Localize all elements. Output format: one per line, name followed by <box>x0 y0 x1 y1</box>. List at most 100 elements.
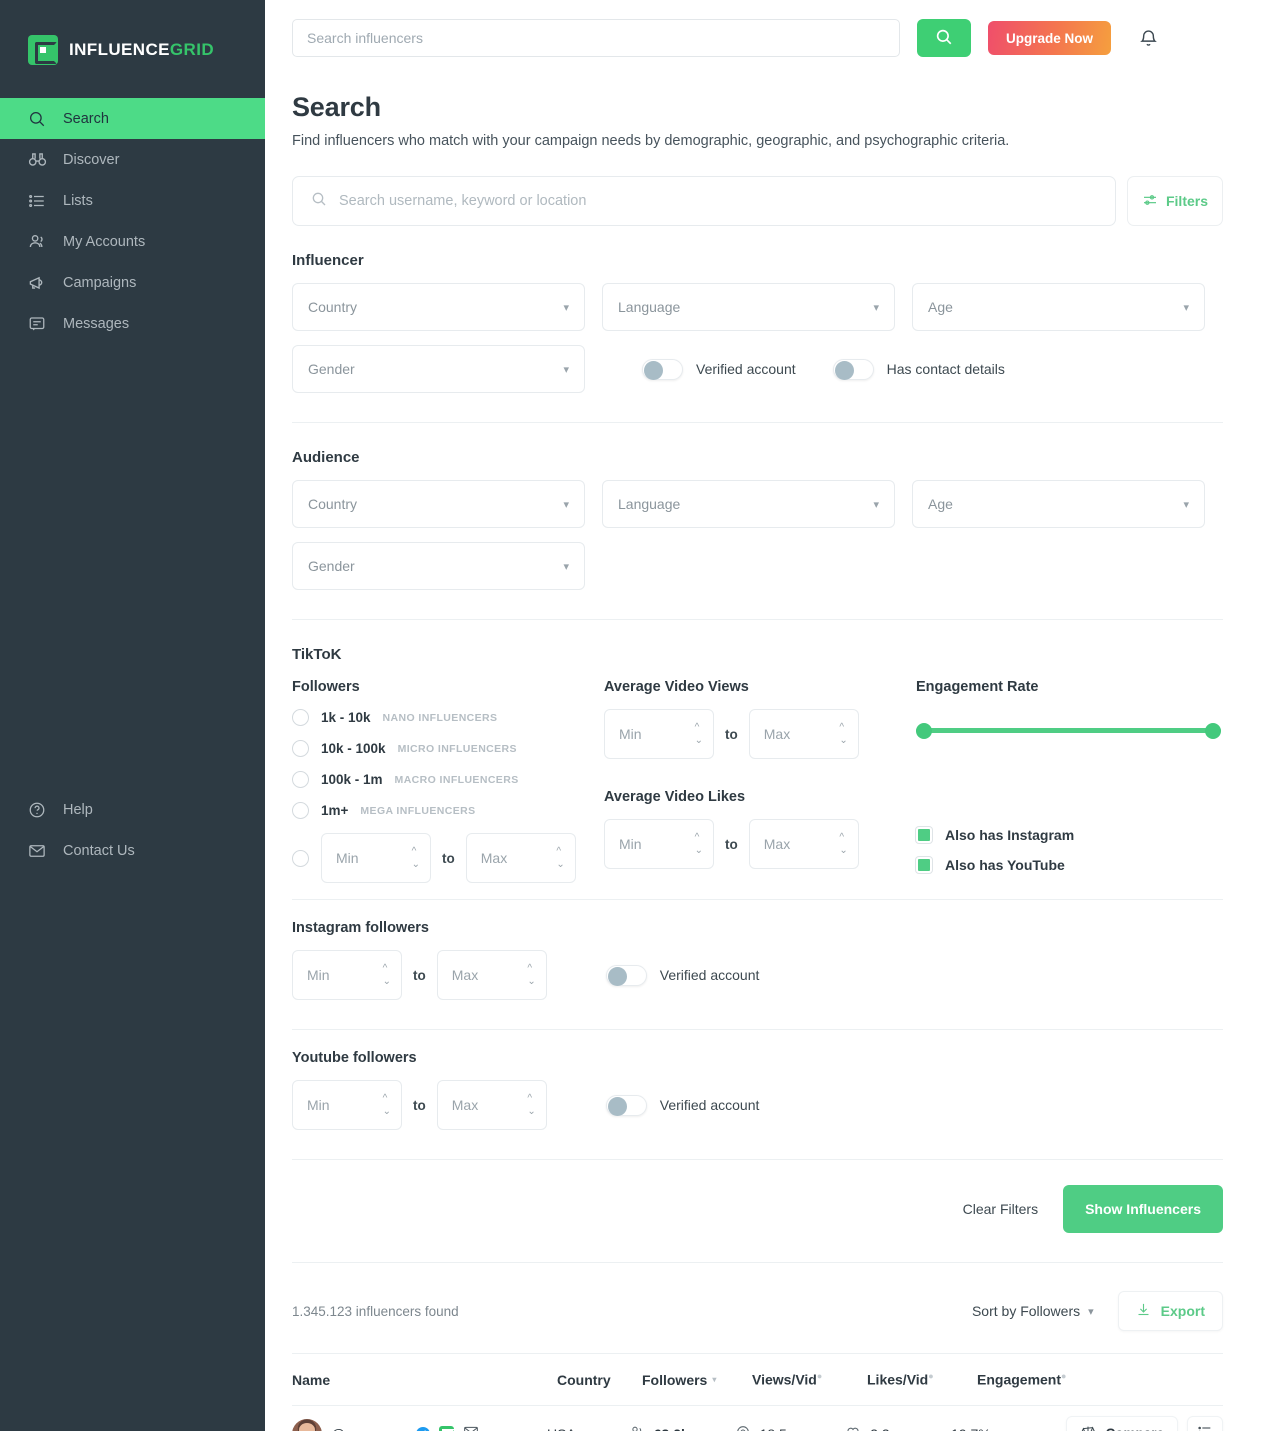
chevron-up-icon[interactable]: ^ <box>527 1093 535 1103</box>
likes-min-stepper[interactable]: ^⌄ <box>604 819 714 869</box>
main-search-input[interactable] <box>339 193 1097 209</box>
youtube-min-stepper[interactable]: ^⌄ <box>292 1080 402 1130</box>
toggle-switch[interactable] <box>832 358 874 380</box>
info-icon[interactable]: ● <box>817 1371 822 1381</box>
stepper-arrows[interactable]: ^ ⌄ <box>527 1093 535 1116</box>
chevron-up-icon[interactable]: ^ <box>412 846 420 856</box>
chevron-up-icon[interactable]: ^ <box>527 963 535 973</box>
youtube-min-input[interactable] <box>307 1097 383 1113</box>
sidebar-item-help[interactable]: Help <box>0 789 265 830</box>
engagement-rate-slider[interactable] <box>916 722 1221 739</box>
followers-option-custom[interactable]: ^⌄ to ^⌄ <box>292 833 604 883</box>
instagram-min-input[interactable] <box>307 967 383 983</box>
stepper-arrows[interactable]: ^ ⌄ <box>556 846 564 869</box>
sidebar-item-my-accounts[interactable]: My Accounts <box>0 221 265 262</box>
checkbox[interactable] <box>916 857 932 873</box>
stepper-arrows[interactable]: ^ ⌄ <box>695 832 703 855</box>
instagram-min-stepper[interactable]: ^⌄ <box>292 950 402 1000</box>
info-icon[interactable]: ● <box>1061 1371 1066 1381</box>
influencer-gender-select[interactable]: Gender ▾ <box>292 345 585 393</box>
brand-logo[interactable]: INFLUENCEGRID <box>0 0 265 76</box>
audience-gender-select[interactable]: Gender ▾ <box>292 542 585 590</box>
checkbox[interactable] <box>916 827 932 843</box>
followers-option-mega[interactable]: 1m+ MEGA INFLUENCERS <box>292 802 604 819</box>
chevron-up-icon[interactable]: ^ <box>839 832 847 842</box>
views-max-stepper[interactable]: ^⌄ <box>748 709 859 759</box>
influencer-country-select[interactable]: Country ▾ <box>292 283 585 331</box>
likes-max-input[interactable] <box>763 836 840 852</box>
radio-button[interactable] <box>292 709 309 726</box>
audience-language-select[interactable]: Language ▾ <box>602 480 895 528</box>
info-icon[interactable]: ● <box>928 1371 933 1381</box>
notifications-bell-icon[interactable] <box>1138 28 1159 49</box>
chevron-up-icon[interactable]: ^ <box>839 722 847 732</box>
youtube-verified-toggle[interactable]: Verified account <box>605 1094 759 1116</box>
chevron-up-icon[interactable]: ^ <box>695 722 703 732</box>
also-has-youtube-checkbox[interactable]: Also has YouTube <box>916 857 1223 873</box>
table-row[interactable]: @username ✓ USA 63.2k <box>292 1406 1223 1431</box>
stepper-arrows[interactable]: ^ ⌄ <box>412 846 420 869</box>
sidebar-item-messages[interactable]: Messages <box>0 303 265 344</box>
audience-age-select[interactable]: Age ▾ <box>912 480 1205 528</box>
toggle-switch[interactable] <box>605 964 647 986</box>
toggle-switch[interactable] <box>642 358 683 380</box>
stepper-arrows[interactable]: ^ ⌄ <box>527 963 535 986</box>
radio-button[interactable] <box>292 802 309 819</box>
instagram-max-input[interactable] <box>451 967 528 983</box>
sidebar-item-contact-us[interactable]: Contact Us <box>0 830 265 871</box>
influencer-verified-toggle[interactable]: Verified account <box>642 358 796 380</box>
stepper-arrows[interactable]: ^ ⌄ <box>839 832 847 855</box>
chevron-down-icon[interactable]: ⌄ <box>695 845 703 855</box>
followers-max-input[interactable] <box>480 850 557 866</box>
toggle-switch[interactable] <box>605 1094 647 1116</box>
sidebar-item-campaigns[interactable]: Campaigns <box>0 262 265 303</box>
stepper-arrows[interactable]: ^ ⌄ <box>383 1093 391 1116</box>
youtube-max-stepper[interactable]: ^⌄ <box>436 1080 547 1130</box>
chevron-up-icon[interactable]: ^ <box>383 963 391 973</box>
views-min-stepper[interactable]: ^⌄ <box>604 709 714 759</box>
clear-filters-button[interactable]: Clear Filters <box>963 1201 1038 1217</box>
global-search-input[interactable] <box>307 30 885 46</box>
followers-option-macro[interactable]: 100k - 1m MACRO INFLUENCERS <box>292 771 604 788</box>
export-button[interactable]: Export <box>1117 1291 1223 1331</box>
filters-button[interactable]: Filters <box>1127 176 1223 226</box>
chevron-down-icon[interactable]: ⌄ <box>839 735 847 745</box>
followers-max-stepper[interactable]: ^⌄ <box>465 833 576 883</box>
global-search-box[interactable] <box>292 19 900 57</box>
instagram-verified-toggle[interactable]: Verified account <box>605 964 759 986</box>
column-header-followers[interactable]: Followers ▾ <box>642 1372 752 1388</box>
sort-by-dropdown[interactable]: Sort by Followers ▾ <box>972 1303 1094 1319</box>
stepper-arrows[interactable]: ^ ⌄ <box>839 722 847 745</box>
stepper-arrows[interactable]: ^ ⌄ <box>695 722 703 745</box>
chevron-up-icon[interactable]: ^ <box>695 832 703 842</box>
instagram-max-stepper[interactable]: ^⌄ <box>436 950 547 1000</box>
followers-option-nano[interactable]: 1k - 10k NANO INFLUENCERS <box>292 709 604 726</box>
slider-knob-max[interactable] <box>1205 723 1221 739</box>
chevron-down-icon[interactable]: ⌄ <box>527 976 535 986</box>
followers-min-stepper[interactable]: ^⌄ <box>321 833 431 883</box>
slider-knob-min[interactable] <box>916 723 932 739</box>
influencer-language-select[interactable]: Language ▾ <box>602 283 895 331</box>
chevron-down-icon[interactable]: ⌄ <box>383 976 391 986</box>
followers-min-input[interactable] <box>336 850 412 866</box>
chevron-down-icon[interactable]: ⌄ <box>695 735 703 745</box>
chevron-down-icon[interactable]: ⌄ <box>839 845 847 855</box>
audience-country-select[interactable]: Country ▾ <box>292 480 585 528</box>
email-icon[interactable] <box>463 1424 479 1431</box>
main-search-box[interactable] <box>292 176 1116 226</box>
radio-button[interactable] <box>292 849 309 867</box>
likes-min-input[interactable] <box>619 836 695 852</box>
stepper-arrows[interactable]: ^ ⌄ <box>383 963 391 986</box>
show-influencers-button[interactable]: Show Influencers <box>1063 1185 1223 1233</box>
username-label[interactable]: @username <box>331 1426 407 1431</box>
also-has-instagram-checkbox[interactable]: Also has Instagram <box>916 827 1223 843</box>
radio-button[interactable] <box>292 771 309 788</box>
sidebar-item-lists[interactable]: Lists <box>0 180 265 221</box>
chevron-down-icon[interactable]: ⌄ <box>556 859 564 869</box>
sidebar-item-search[interactable]: Search <box>0 98 265 139</box>
followers-option-micro[interactable]: 10k - 100k MICRO INFLUENCERS <box>292 740 604 757</box>
upgrade-now-button[interactable]: Upgrade Now <box>988 21 1112 55</box>
search-submit-button[interactable] <box>917 19 971 57</box>
youtube-max-input[interactable] <box>451 1097 528 1113</box>
chevron-up-icon[interactable]: ^ <box>556 846 564 856</box>
